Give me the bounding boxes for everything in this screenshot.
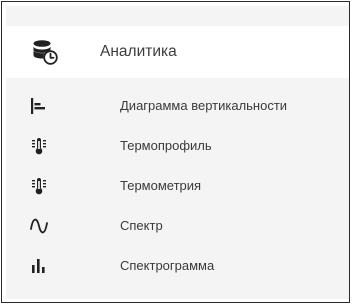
bar-chart-vertical-icon	[29, 256, 49, 276]
menu-item-spectrogram[interactable]: Спектрограмма	[6, 246, 349, 286]
menu-item-label: Термопрофиль	[120, 138, 212, 153]
menu-item-thermometry[interactable]: Термометрия	[6, 166, 349, 206]
menu-item-label: Спектр	[120, 218, 163, 233]
menu-header-label: Аналитика	[100, 43, 177, 60]
window-frame: Аналитика Диаграмма вертикальности Термо…	[1, 1, 350, 303]
menu-header-analytics[interactable]: Аналитика	[6, 26, 349, 78]
menu-item-verticality-diagram[interactable]: Диаграмма вертикальности	[6, 86, 349, 126]
menu-item-label: Спектрограмма	[120, 258, 215, 273]
database-clock-icon	[32, 39, 58, 65]
menu-item-label: Термометрия	[120, 178, 202, 193]
menu-item-label: Диаграмма вертикальности	[120, 98, 288, 113]
analytics-menu: Аналитика Диаграмма вертикальности Термо…	[6, 6, 349, 299]
sine-wave-icon	[29, 216, 49, 236]
thermometer-icon	[29, 136, 49, 156]
thermometer-icon	[29, 176, 49, 196]
menu-item-thermoprofile[interactable]: Термопрофиль	[6, 126, 349, 166]
menu-item-spectrum[interactable]: Спектр	[6, 206, 349, 246]
bar-chart-horizontal-icon	[29, 96, 49, 116]
